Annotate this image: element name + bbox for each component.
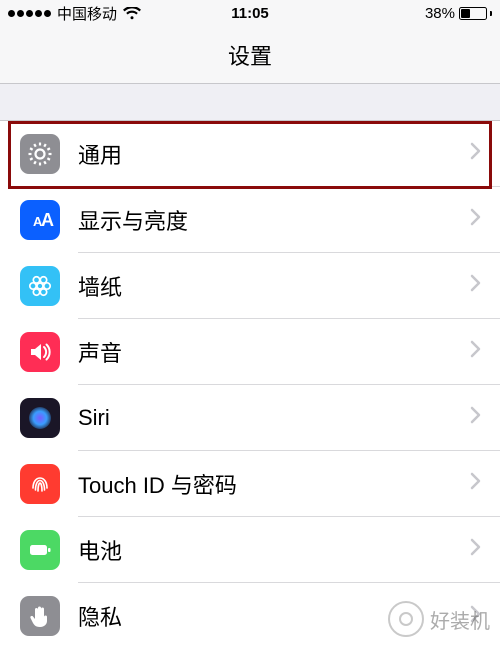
svg-text:A: A [41, 210, 54, 230]
hand-icon [20, 596, 60, 636]
fingerprint-icon [20, 464, 60, 504]
chevron-right-icon [470, 472, 482, 495]
chevron-right-icon [470, 538, 482, 561]
row-label: Siri [78, 405, 470, 431]
settings-row-display[interactable]: AA 显示与亮度 [0, 187, 500, 253]
settings-row-battery[interactable]: 电池 [0, 517, 500, 583]
speaker-icon [20, 332, 60, 372]
status-bar: 中国移动 11:05 38% [0, 0, 500, 26]
row-label: 电池 [78, 534, 470, 566]
status-time: 11:05 [0, 5, 500, 22]
row-label: 声音 [78, 336, 470, 368]
chevron-right-icon [470, 274, 482, 297]
settings-row-general[interactable]: 通用 [0, 121, 500, 187]
row-label: 墙纸 [78, 270, 470, 302]
watermark-text: 好装机 [430, 605, 490, 634]
chevron-right-icon [470, 406, 482, 429]
chevron-right-icon [470, 142, 482, 165]
battery-icon [20, 530, 60, 570]
row-label: 通用 [78, 138, 470, 170]
section-spacer [0, 84, 500, 120]
settings-list: 通用AA显示与亮度墙纸声音SiriTouch ID 与密码电池隐私 [0, 120, 500, 649]
row-label: 显示与亮度 [78, 204, 470, 236]
watermark-logo-icon [388, 601, 424, 637]
text-size-icon: AA [20, 200, 60, 240]
gear-icon [20, 134, 60, 174]
settings-row-touchid[interactable]: Touch ID 与密码 [0, 451, 500, 517]
watermark: 好装机 [388, 601, 490, 637]
settings-row-sound[interactable]: 声音 [0, 319, 500, 385]
flower-icon [20, 266, 60, 306]
siri-icon [20, 398, 60, 438]
nav-bar: 设置 [0, 26, 500, 84]
chevron-right-icon [470, 208, 482, 231]
settings-row-wallpaper[interactable]: 墙纸 [0, 253, 500, 319]
settings-row-siri[interactable]: Siri [0, 385, 500, 451]
row-label: Touch ID 与密码 [78, 468, 470, 500]
page-title: 设置 [228, 39, 272, 71]
chevron-right-icon [470, 340, 482, 363]
